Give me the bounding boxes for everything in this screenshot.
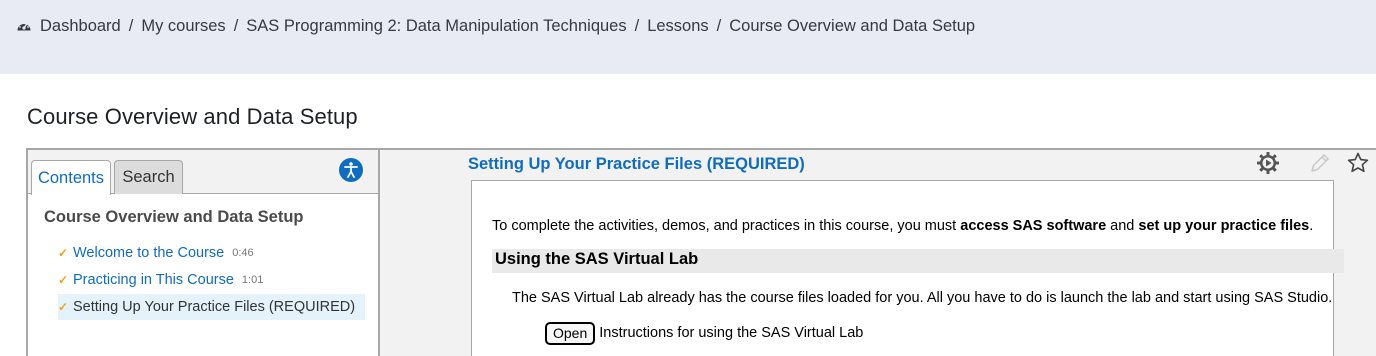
toc-item-label: Welcome to the Course	[73, 245, 225, 261]
dashboard-icon	[16, 18, 32, 34]
panel-tabs: Contents Search	[28, 150, 378, 195]
breadcrumb-separator: /	[128, 16, 134, 35]
navigation-panel: Contents Search Course Overview and Data…	[28, 150, 380, 356]
check-icon: ✓	[58, 273, 69, 287]
toc-item-label: Setting Up Your Practice Files (REQUIRED…	[73, 299, 356, 315]
breadcrumb: Dashboard / My courses / SAS Programming…	[16, 15, 975, 37]
lab-description: The SAS Virtual Lab already has the cour…	[512, 290, 1333, 306]
page-title: Course Overview and Data Setup	[27, 104, 358, 129]
intro-paragraph: To complete the activities, demos, and p…	[492, 218, 1314, 234]
breadcrumb-course[interactable]: SAS Programming 2: Data Manipulation Tec…	[246, 17, 626, 36]
check-icon: ✓	[58, 246, 69, 260]
breadcrumb-my-courses[interactable]: My courses	[141, 17, 225, 36]
breadcrumb-separator: /	[634, 16, 640, 35]
check-icon: ✓	[58, 300, 69, 314]
toc-item-welcome[interactable]: ✓ Welcome to the Course 0:46	[58, 240, 264, 266]
toc-title: Course Overview and Data Setup	[44, 208, 304, 226]
section-title: Using the SAS Virtual Lab	[495, 250, 699, 268]
favorite-star-icon[interactable]	[1346, 151, 1370, 175]
breadcrumb-dashboard[interactable]: Dashboard	[40, 17, 121, 36]
accessibility-icon[interactable]	[339, 158, 363, 182]
toc-item-duration: 1:01	[241, 274, 264, 286]
tab-search[interactable]: Search	[114, 160, 183, 194]
settings-gear-icon[interactable]	[1256, 151, 1280, 175]
section-header: Using the SAS Virtual Lab	[492, 249, 1344, 273]
breadcrumb-bar: Dashboard / My courses / SAS Programming…	[0, 0, 1376, 74]
breadcrumb-separator: /	[233, 16, 239, 35]
breadcrumb-current-page: Course Overview and Data Setup	[729, 16, 976, 35]
toc-item-setup-practice-files[interactable]: ✓ Setting Up Your Practice Files (REQUIR…	[58, 294, 366, 320]
toc-item-label: Practicing in This Course	[73, 272, 234, 288]
lesson-heading: Setting Up Your Practice Files (REQUIRED…	[468, 155, 805, 173]
lesson-content: To complete the activities, demos, and p…	[471, 180, 1344, 356]
breadcrumb-lessons[interactable]: Lessons	[647, 17, 708, 36]
lab-instructions-row: Open Instructions for using the SAS Virt…	[545, 321, 863, 345]
tab-contents[interactable]: Contents	[31, 160, 111, 195]
open-button[interactable]: Open	[545, 321, 596, 345]
toc-item-duration: 0:46	[232, 247, 254, 259]
toc-item-practicing[interactable]: ✓ Practicing in This Course 1:01	[58, 267, 273, 293]
lab-instructions-label: Instructions for using the SAS Virtual L…	[599, 325, 864, 341]
breadcrumb-separator: /	[716, 16, 722, 35]
intro-emphasis-files: set up your practice files	[1138, 218, 1310, 234]
edit-pencil-icon[interactable]	[1308, 151, 1332, 175]
lesson-player: Contents Search Course Overview and Data…	[26, 148, 1376, 356]
intro-emphasis-software: access SAS software	[960, 218, 1107, 234]
